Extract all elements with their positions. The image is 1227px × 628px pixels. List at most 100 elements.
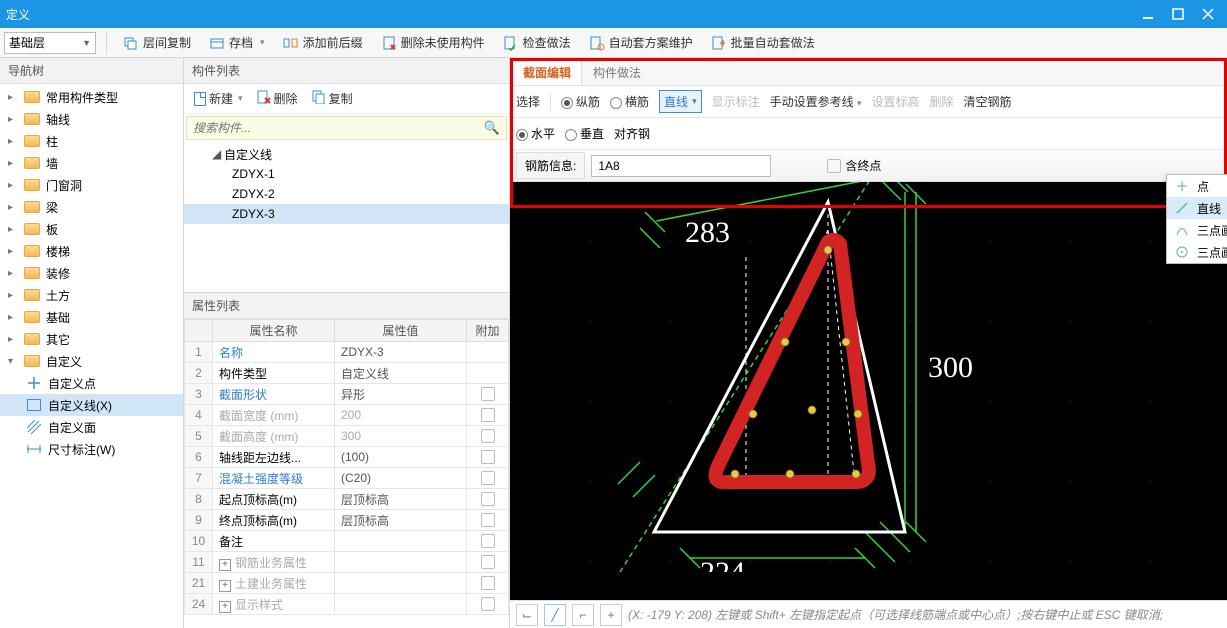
- minimize-button[interactable]: [1135, 4, 1161, 24]
- manual-refline-button[interactable]: 手动设置参考线 ▾: [770, 93, 862, 110]
- radio-horiz[interactable]: 水平: [516, 125, 555, 142]
- show-label-button[interactable]: 显示标注: [712, 93, 760, 110]
- dropdown-item[interactable]: 三点画弧: [1167, 219, 1227, 241]
- property-value[interactable]: 300: [335, 426, 467, 447]
- rebar-info-input[interactable]: [591, 155, 771, 177]
- checkbox-icon[interactable]: [481, 408, 495, 422]
- tab-section-edit[interactable]: 截面编辑: [512, 59, 582, 85]
- align-rebar-button[interactable]: 对齐钢: [614, 125, 650, 142]
- layer-combo[interactable]: 基础层 ▼: [4, 32, 96, 54]
- check-method-button[interactable]: 检查做法: [497, 32, 577, 53]
- property-value[interactable]: (100): [335, 447, 467, 468]
- property-row[interactable]: 10备注: [185, 531, 509, 552]
- search-input[interactable]: [193, 121, 484, 135]
- nav-item[interactable]: 自定义点: [0, 372, 183, 394]
- auto-scheme-button[interactable]: 自动套方案维护: [583, 32, 699, 53]
- property-value[interactable]: 自定义线: [335, 363, 467, 384]
- property-value[interactable]: [335, 531, 467, 552]
- snap-button-3[interactable]: ⌐: [572, 604, 594, 626]
- new-button[interactable]: 新建▾: [188, 88, 249, 109]
- property-value[interactable]: 异形: [335, 384, 467, 405]
- delete-rebar-button[interactable]: 删除: [930, 93, 954, 110]
- property-row[interactable]: 11+钢筋业务属性: [185, 552, 509, 573]
- nav-item[interactable]: ▸柱: [0, 130, 183, 152]
- copy-button[interactable]: 复制: [306, 88, 359, 109]
- checkbox-icon[interactable]: [481, 492, 495, 506]
- checkbox-icon[interactable]: [481, 450, 495, 464]
- checkbox-icon[interactable]: [481, 555, 495, 569]
- property-row[interactable]: 9终点顶标高(m)层顶标高: [185, 510, 509, 531]
- nav-item[interactable]: ▾自定义: [0, 350, 183, 372]
- nav-item[interactable]: ▸基础: [0, 306, 183, 328]
- tab-component-method[interactable]: 构件做法: [582, 59, 652, 85]
- property-row[interactable]: 21+土建业务属性: [185, 573, 509, 594]
- property-row[interactable]: 6轴线距左边线...(100): [185, 447, 509, 468]
- property-value[interactable]: (C20): [335, 468, 467, 489]
- property-value[interactable]: [335, 573, 467, 594]
- nav-item[interactable]: 尺寸标注(W): [0, 438, 183, 460]
- nav-item[interactable]: 自定义面: [0, 416, 183, 438]
- select-button[interactable]: 选择: [516, 93, 540, 110]
- property-extra: [467, 510, 509, 531]
- property-row[interactable]: 7混凝土强度等级(C20): [185, 468, 509, 489]
- batch-auto-button[interactable]: 批量自动套做法: [705, 32, 821, 53]
- canvas[interactable]: 283 300 224: [510, 182, 1227, 600]
- dropdown-item[interactable]: 直线: [1167, 197, 1227, 219]
- maximize-button[interactable]: [1165, 4, 1191, 24]
- clear-rebar-button[interactable]: 清空钢筋: [964, 93, 1012, 110]
- nav-item[interactable]: ▸板: [0, 218, 183, 240]
- delete-button[interactable]: 删除: [251, 88, 304, 109]
- property-value[interactable]: [335, 594, 467, 615]
- set-elevation-button[interactable]: 设置标高: [872, 93, 920, 110]
- tree-root[interactable]: ◢自定义线: [184, 144, 509, 164]
- property-value[interactable]: 层顶标高: [335, 489, 467, 510]
- tree-item[interactable]: ZDYX-1: [184, 164, 509, 184]
- nav-item[interactable]: ▸常用构件类型: [0, 86, 183, 108]
- line-combo[interactable]: 直线▾: [659, 90, 702, 113]
- property-row[interactable]: 5截面高度 (mm)300: [185, 426, 509, 447]
- property-value[interactable]: 200: [335, 405, 467, 426]
- tree-item[interactable]: ZDYX-3: [184, 204, 509, 224]
- nav-item[interactable]: ▸梁: [0, 196, 183, 218]
- property-row[interactable]: 4截面宽度 (mm)200: [185, 405, 509, 426]
- close-button[interactable]: [1195, 4, 1221, 24]
- radio-vertical-rebar[interactable]: 纵筋: [561, 93, 600, 110]
- nav-item[interactable]: ▸墙: [0, 152, 183, 174]
- snap-button-4[interactable]: +: [600, 604, 622, 626]
- archive-button[interactable]: 存档▾: [203, 32, 271, 53]
- checkbox-icon[interactable]: [481, 429, 495, 443]
- property-value[interactable]: [335, 552, 467, 573]
- property-value[interactable]: ZDYX-3: [335, 342, 467, 363]
- snap-button-1[interactable]: ⌙: [516, 604, 538, 626]
- include-endpoint-check[interactable]: 含终点: [827, 157, 881, 174]
- property-row[interactable]: 24+显示样式: [185, 594, 509, 615]
- checkbox-icon[interactable]: [481, 576, 495, 590]
- checkbox-icon[interactable]: [481, 597, 495, 611]
- nav-item[interactable]: ▸装修: [0, 262, 183, 284]
- radio-horizontal-rebar[interactable]: 横筋: [610, 93, 649, 110]
- property-row[interactable]: 2构件类型自定义线: [185, 363, 509, 384]
- nav-item[interactable]: ▸其它: [0, 328, 183, 350]
- property-row[interactable]: 3截面形状异形: [185, 384, 509, 405]
- copy-between-layers-button[interactable]: 层间复制: [117, 32, 197, 53]
- add-prefix-suffix-button[interactable]: 添加前后缀: [277, 32, 369, 53]
- property-row[interactable]: 1名称ZDYX-3: [185, 342, 509, 363]
- search-icon[interactable]: 🔍: [484, 120, 500, 136]
- dropdown-item[interactable]: 三点画圆: [1167, 241, 1227, 263]
- nav-item[interactable]: ▸土方: [0, 284, 183, 306]
- checkbox-icon[interactable]: [481, 513, 495, 527]
- checkbox-icon[interactable]: [481, 387, 495, 401]
- tree-item[interactable]: ZDYX-2: [184, 184, 509, 204]
- nav-item[interactable]: 自定义线(X): [0, 394, 183, 416]
- checkbox-icon[interactable]: [481, 534, 495, 548]
- nav-item[interactable]: ▸轴线: [0, 108, 183, 130]
- snap-button-2[interactable]: ╱: [544, 604, 566, 626]
- nav-item[interactable]: ▸门窗洞: [0, 174, 183, 196]
- property-value[interactable]: 层顶标高: [335, 510, 467, 531]
- checkbox-icon[interactable]: [481, 471, 495, 485]
- delete-unused-button[interactable]: 删除未使用构件: [375, 32, 491, 53]
- nav-item[interactable]: ▸楼梯: [0, 240, 183, 262]
- dropdown-item[interactable]: 点: [1167, 175, 1227, 197]
- radio-vert[interactable]: 垂直: [565, 125, 604, 142]
- property-row[interactable]: 8起点顶标高(m)层顶标高: [185, 489, 509, 510]
